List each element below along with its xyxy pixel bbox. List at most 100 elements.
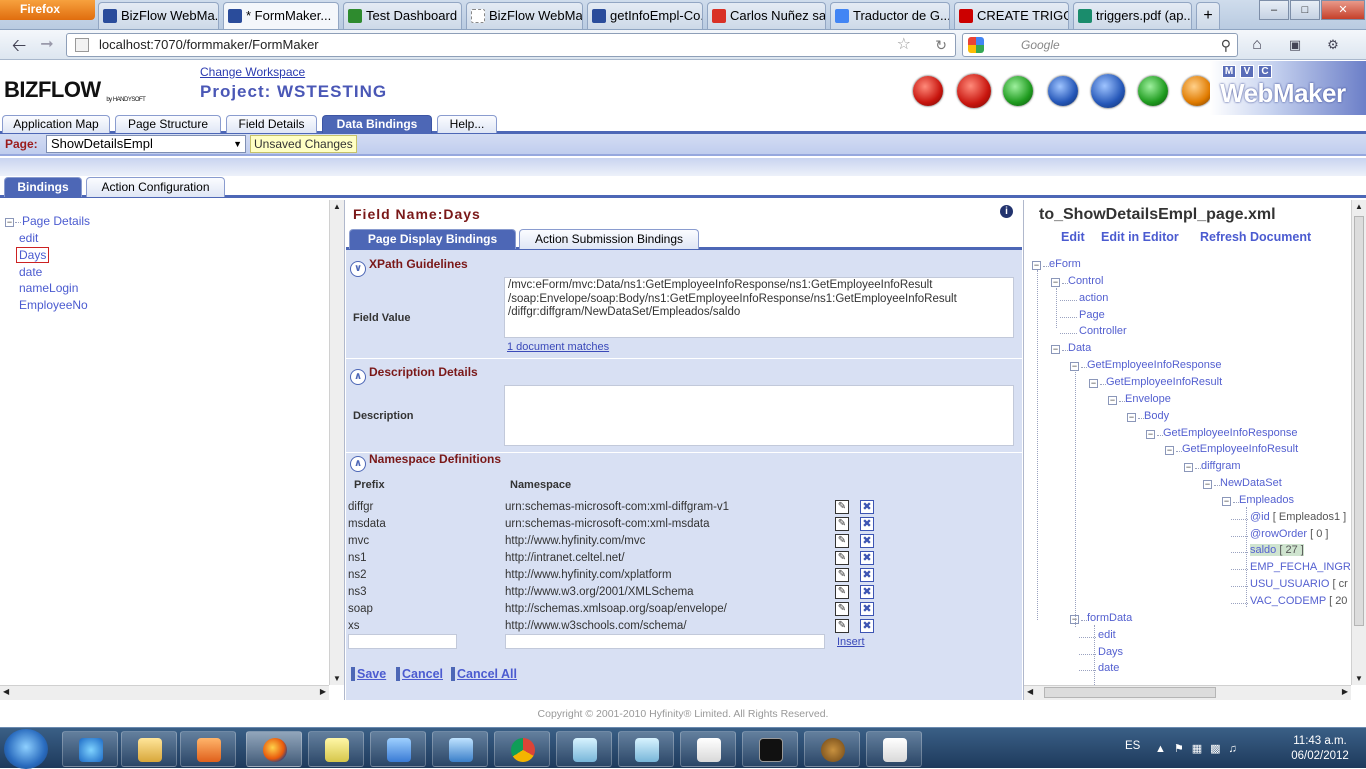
- tab-action-configuration[interactable]: Action Configuration: [86, 177, 225, 197]
- xml-tree-node[interactable]: formData: [1087, 612, 1132, 624]
- new-tab-button[interactable]: +: [1196, 2, 1220, 29]
- xml-tree-node[interactable]: saldo [ 27 ]: [1250, 544, 1304, 557]
- browser-tab[interactable]: Traductor de G...: [830, 2, 950, 29]
- tree-item-employeeno[interactable]: EmployeeNo: [19, 298, 88, 312]
- xml-tree-node[interactable]: @id [ Empleados1 ]: [1250, 511, 1346, 523]
- edit-icon[interactable]: ✎: [835, 517, 849, 531]
- xml-tree-node[interactable]: Empleados: [1239, 494, 1294, 506]
- collapse-icon[interactable]: −: [1127, 412, 1136, 422]
- xml-tree-node[interactable]: GetEmployeeInfoResult: [1182, 443, 1298, 455]
- xml-tree-node[interactable]: Envelope: [1125, 393, 1171, 405]
- xml-tree-node[interactable]: GetEmployeeInfoResponse: [1163, 427, 1298, 439]
- xml-tree-node[interactable]: @rowOrder [ 0 ]: [1250, 528, 1328, 540]
- addons-icon[interactable]: ⚙: [1320, 34, 1346, 56]
- deploy-all-icon[interactable]: [1091, 74, 1125, 108]
- bookmark-star-icon[interactable]: ☆: [897, 34, 911, 56]
- collapse-section-icon[interactable]: ∨: [350, 261, 366, 277]
- delete-icon[interactable]: ✖: [860, 602, 874, 616]
- reload-icon[interactable]: ↻: [935, 34, 947, 56]
- insert-link[interactable]: Insert: [837, 636, 865, 648]
- chrome-taskbar-icon[interactable]: [494, 731, 550, 767]
- namespace-section-header[interactable]: ∧ Namespace Definitions: [350, 452, 501, 472]
- delete-icon[interactable]: ✖: [860, 534, 874, 548]
- java2-taskbar-icon[interactable]: [866, 731, 922, 767]
- cmd-taskbar-icon[interactable]: [742, 731, 798, 767]
- tab-application-map[interactable]: Application Map: [2, 115, 110, 133]
- save-button[interactable]: Save: [351, 667, 386, 681]
- forward-button[interactable]: ➞: [34, 34, 60, 56]
- stop-icon[interactable]: [913, 76, 943, 106]
- xml-tree-node[interactable]: diffgram: [1201, 460, 1241, 472]
- maximize-button[interactable]: □: [1290, 0, 1320, 20]
- browser-tab[interactable]: BizFlow WebMa...: [98, 2, 219, 29]
- edit-icon[interactable]: ✎: [835, 585, 849, 599]
- xml-tree-node[interactable]: eForm: [1049, 258, 1081, 270]
- xml-tree-node[interactable]: Data: [1068, 342, 1091, 354]
- browser-tab[interactable]: triggers.pdf (ap...: [1073, 2, 1192, 29]
- photo-viewer-taskbar-icon[interactable]: [432, 731, 488, 767]
- language-indicator[interactable]: ES: [1125, 740, 1140, 752]
- editor2-taskbar-icon[interactable]: [618, 731, 674, 767]
- tree-item-edit[interactable]: edit: [19, 231, 38, 245]
- delete-icon[interactable]: ✖: [860, 500, 874, 514]
- url-bar[interactable]: localhost:7070/formmaker/FormMaker ☆ ↻: [66, 33, 956, 57]
- tree-item-date[interactable]: date: [19, 265, 42, 279]
- acorn-taskbar-icon[interactable]: [804, 731, 860, 767]
- paint-taskbar-icon[interactable]: [370, 731, 426, 767]
- collapse-icon[interactable]: −: [1203, 480, 1212, 490]
- search-input[interactable]: Google ⚲: [962, 33, 1238, 57]
- xml-tree-node[interactable]: Control: [1068, 275, 1103, 287]
- collapse-icon[interactable]: −: [1070, 362, 1079, 372]
- edit-icon[interactable]: ✎: [835, 602, 849, 616]
- xml-tree-node[interactable]: edit: [1098, 629, 1116, 641]
- tray-icons[interactable]: ▲⚑▦▩♫: [1155, 742, 1245, 755]
- browser-tab[interactable]: Carlos Nuñez sa...: [707, 2, 826, 29]
- collapse-icon[interactable]: −: [1222, 496, 1231, 506]
- back-button[interactable]: 🡠: [6, 34, 32, 56]
- expand-section-icon[interactable]: ∧: [350, 369, 366, 385]
- search-icon[interactable]: ⚲: [1221, 34, 1231, 56]
- start-button[interactable]: [4, 729, 48, 769]
- close-window-button[interactable]: ✕: [1321, 0, 1365, 20]
- tab-page-display-bindings[interactable]: Page Display Bindings: [349, 229, 516, 249]
- xml-tree-node[interactable]: USU_USUARIO [ cr: [1250, 578, 1348, 590]
- info-icon[interactable]: i: [1000, 205, 1013, 218]
- expand-section-icon[interactable]: ∧: [350, 456, 366, 472]
- cancel-all-button[interactable]: Cancel All: [451, 667, 517, 681]
- publish-icon[interactable]: [1182, 76, 1212, 106]
- xml-tree-node[interactable]: date: [1098, 662, 1119, 674]
- collapse-icon[interactable]: −: [1051, 277, 1060, 287]
- ie-taskbar-icon[interactable]: [62, 731, 118, 767]
- tab-data-bindings[interactable]: Data Bindings: [322, 115, 432, 133]
- xml-tree-node[interactable]: EMP_FECHA_INGRE: [1250, 561, 1351, 573]
- cancel-button[interactable]: Cancel: [396, 667, 443, 681]
- notes-taskbar-icon[interactable]: [308, 731, 364, 767]
- home-icon[interactable]: ⌂: [1244, 34, 1270, 56]
- run-icon[interactable]: [1003, 76, 1033, 106]
- stop-all-icon[interactable]: [957, 74, 991, 108]
- browser-tab[interactable]: getInfoEmpl-Co...: [587, 2, 703, 29]
- collapse-icon[interactable]: −: [1184, 463, 1193, 473]
- bookmarks-icon[interactable]: ▣: [1282, 34, 1308, 56]
- xml-tree-node[interactable]: Body: [1144, 410, 1169, 422]
- right-vertical-scrollbar[interactable]: ▲ ▼: [1351, 200, 1366, 685]
- tab-page-structure[interactable]: Page Structure: [115, 115, 221, 133]
- firefox-menu-button[interactable]: Firefox: [0, 0, 95, 20]
- edit-icon[interactable]: ✎: [835, 500, 849, 514]
- right-horizontal-scrollbar[interactable]: ◀ ▶: [1024, 685, 1351, 700]
- tab-bindings[interactable]: Bindings: [4, 177, 82, 197]
- collapse-icon[interactable]: −: [1146, 429, 1155, 439]
- edit-icon[interactable]: ✎: [835, 551, 849, 565]
- tree-root-page-details[interactable]: Page Details: [22, 214, 90, 228]
- tab-field-details[interactable]: Field Details: [226, 115, 317, 133]
- left-vertical-scrollbar[interactable]: ▲ ▼: [329, 200, 344, 685]
- browser-tab[interactable]: Test Dashboard ...: [343, 2, 462, 29]
- xml-tree-node[interactable]: Days: [1098, 646, 1123, 658]
- change-workspace-link[interactable]: Change Workspace: [200, 65, 305, 79]
- delete-icon[interactable]: ✖: [860, 551, 874, 565]
- collapse-icon[interactable]: −: [5, 218, 14, 227]
- collapse-icon[interactable]: −: [1032, 261, 1041, 270]
- xml-tree-node[interactable]: action: [1079, 292, 1108, 304]
- minimize-button[interactable]: –: [1259, 0, 1289, 20]
- field-value-textarea[interactable]: /mvc:eForm/mvc:Data/ns1:GetEmployeeInfoR…: [504, 277, 1014, 338]
